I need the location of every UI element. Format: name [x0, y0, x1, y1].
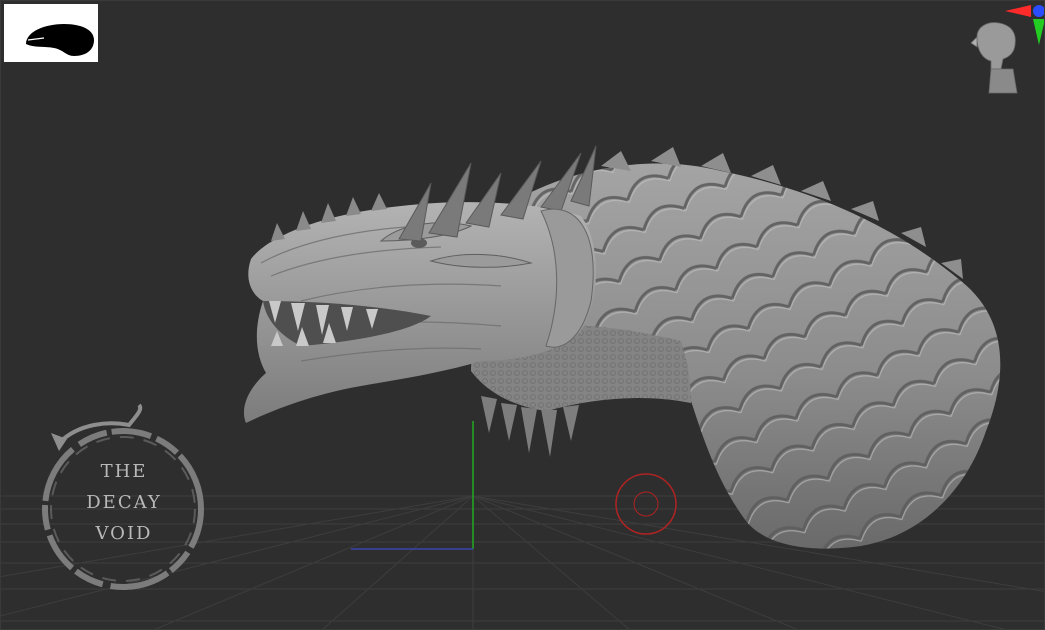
head-orientation-gizmo-icon	[970, 5, 1044, 94]
watermark-logo: THE DECAY VOID	[39, 403, 209, 593]
logo-text-line3: VOID	[95, 523, 153, 544]
logo-text-line1: THE	[100, 461, 148, 482]
silhouette-thumbnail[interactable]	[4, 4, 98, 62]
canvas-viewport[interactable]: THE DECAY VOID	[0, 0, 1045, 630]
brush-cursor	[614, 472, 678, 536]
logo-text-line2: DECAY	[86, 492, 162, 513]
dragon-silhouette-icon	[26, 24, 94, 56]
navigation-gizmo[interactable]	[961, 3, 1044, 97]
